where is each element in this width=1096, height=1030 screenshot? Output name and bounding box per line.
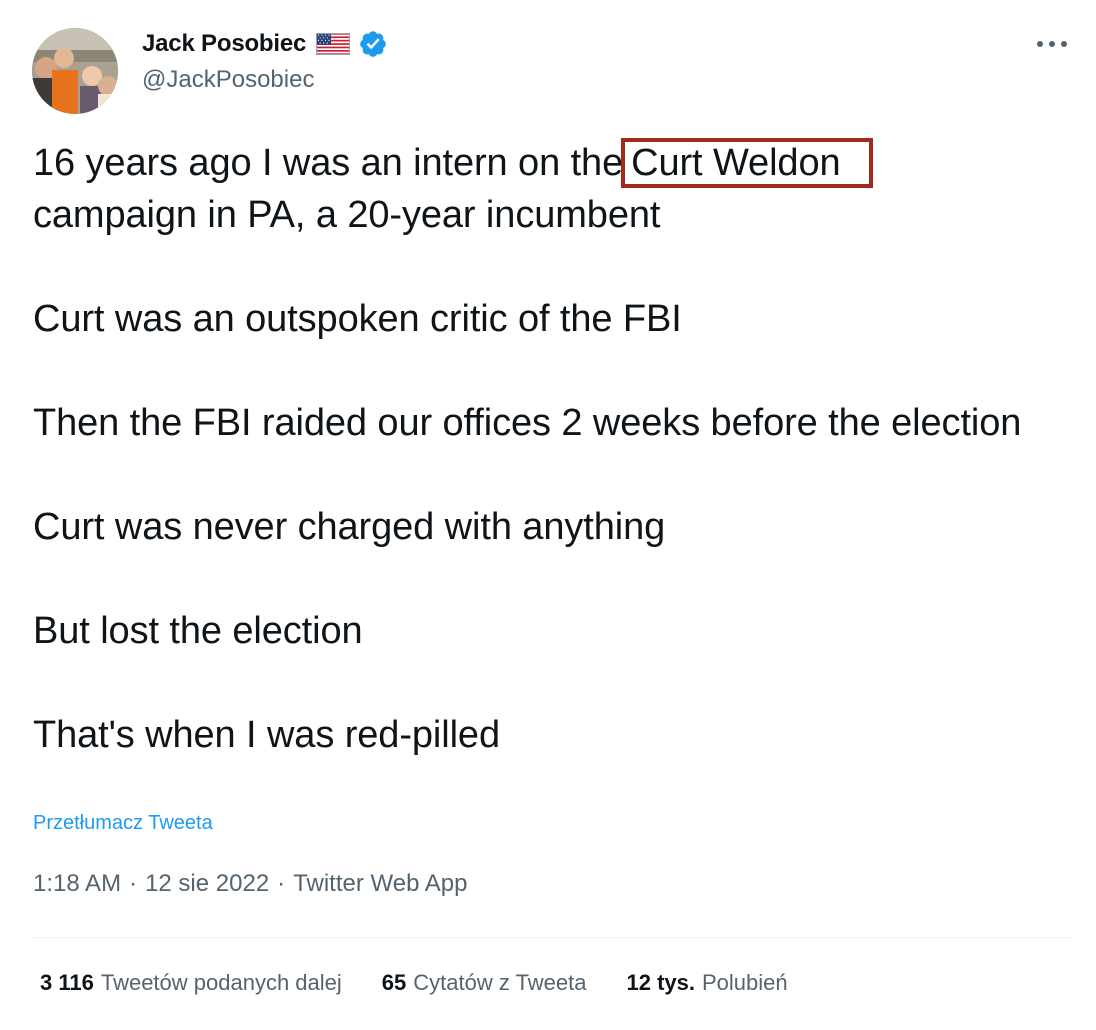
quotes-stat[interactable]: 65 Cytatów z Tweeta xyxy=(382,970,587,996)
author-name-row[interactable]: Jack Posobiec xyxy=(142,28,388,60)
meta-separator: · xyxy=(129,870,138,897)
verified-badge-icon xyxy=(360,31,386,57)
tweet-paragraph-6: That's when I was red-pilled xyxy=(33,714,501,756)
retweets-count: 3 116 xyxy=(40,970,94,995)
tweet-stats: 3 116 Tweetów podanych dalej 65 Cytatów … xyxy=(40,970,788,996)
highlighted-name-box: Curt Weldon xyxy=(621,138,873,188)
more-options-icon xyxy=(1037,41,1067,47)
avatar-photo xyxy=(32,28,118,114)
tweet-source[interactable]: Twitter Web App xyxy=(293,870,467,898)
author-handle[interactable]: @JackPosobiec xyxy=(142,66,314,94)
retweets-stat[interactable]: 3 116 Tweetów podanych dalej xyxy=(40,970,342,996)
likes-count: 12 tys. xyxy=(626,970,696,995)
avatar[interactable] xyxy=(32,28,118,114)
tweet-time[interactable]: 1:18 AM xyxy=(33,870,121,898)
tweet-paragraph-5: But lost the election xyxy=(33,610,363,652)
retweets-label: Tweetów podanych dalej xyxy=(100,970,342,995)
tweet-paragraph-4: Curt was never charged with anything xyxy=(33,506,666,548)
tweet-paragraph-2: Curt was an outspoken critic of the FBI xyxy=(33,298,682,340)
likes-label: Polubień xyxy=(702,970,788,995)
tweet-paragraph-3: Then the FBI raided our offices 2 weeks … xyxy=(33,402,1022,444)
tweet-line1-start: 16 years ago I was an intern on the xyxy=(33,142,624,184)
more-options-button[interactable] xyxy=(1034,30,1070,58)
tweet-line1-end: campaign in PA, a 20-year incumbent xyxy=(33,194,661,236)
likes-stat[interactable]: 12 tys. Polubień xyxy=(627,970,788,996)
meta-separator: · xyxy=(277,870,286,897)
tweet-meta: 1:18 AM · 12 sie 2022 · Twitter Web App xyxy=(33,870,467,898)
tweet-text: 16 years ago I was an intern on the Curt … xyxy=(33,137,1043,761)
divider xyxy=(33,937,1071,938)
us-flag-icon xyxy=(316,33,351,55)
quotes-label: Cytatów z Tweeta xyxy=(413,970,587,995)
quotes-count: 65 xyxy=(381,970,407,995)
tweet-date[interactable]: 12 sie 2022 xyxy=(145,870,269,898)
translate-tweet-link[interactable]: Przetłumacz Tweeta xyxy=(33,812,213,835)
tweet-paragraph-1: 16 years ago I was an intern on the Curt … xyxy=(33,137,1043,241)
author-display-name[interactable]: Jack Posobiec xyxy=(142,30,306,58)
